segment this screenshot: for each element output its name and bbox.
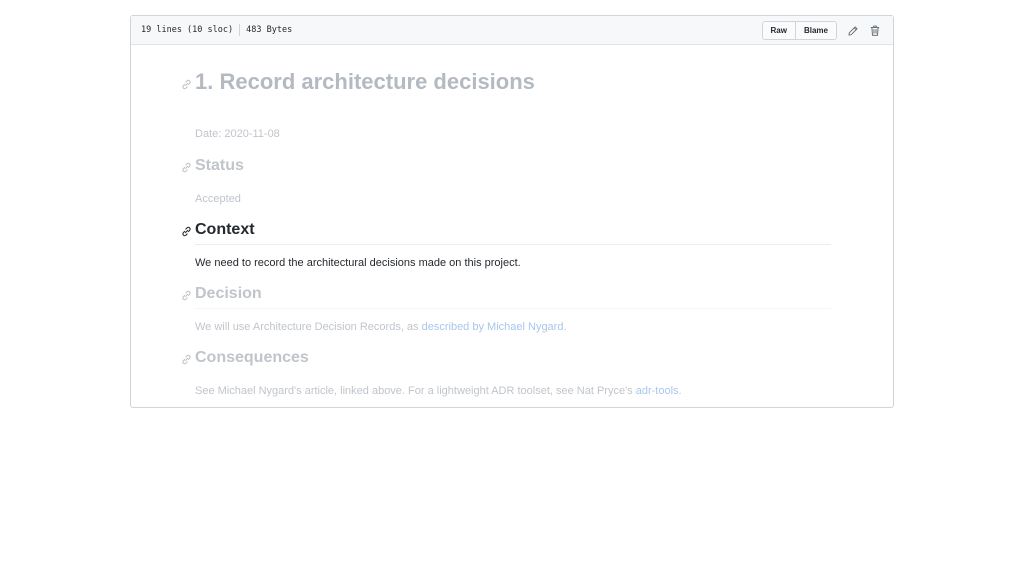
document-title: 1. Record architecture decisions bbox=[195, 69, 535, 94]
link-icon[interactable] bbox=[181, 160, 193, 173]
view-button-group: Raw Blame bbox=[761, 21, 837, 40]
context-heading-block: Context bbox=[182, 221, 831, 239]
link-icon[interactable] bbox=[181, 352, 193, 365]
trash-icon[interactable] bbox=[869, 25, 881, 37]
consequences-text: See Michael Nygard's article, linked abo… bbox=[195, 385, 831, 397]
decision-text-after: . bbox=[563, 321, 567, 333]
document-title-block: 1. Record architecture decisions bbox=[182, 69, 831, 95]
status-heading: Status bbox=[195, 157, 244, 174]
context-heading-rule bbox=[195, 244, 831, 245]
file-info: 19 lines (10 sloc) 483 Bytes bbox=[141, 24, 292, 36]
decision-heading-block: Decision bbox=[182, 285, 831, 303]
context-heading: Context bbox=[195, 221, 255, 238]
link-icon[interactable] bbox=[181, 288, 193, 301]
decision-heading-rule bbox=[195, 308, 831, 309]
file-header: 19 lines (10 sloc) 483 Bytes Raw Blame bbox=[131, 16, 893, 45]
status-text: Accepted bbox=[195, 193, 241, 205]
context-text: We need to record the architectural deci… bbox=[195, 257, 521, 269]
nygard-link[interactable]: described by Michael Nygard bbox=[422, 321, 564, 333]
file-info-divider bbox=[239, 24, 241, 36]
decision-heading: Decision bbox=[195, 285, 262, 302]
line-count: 19 lines (10 sloc) bbox=[141, 25, 234, 35]
decision-text: We will use Architecture Decision Record… bbox=[195, 321, 831, 333]
file-viewer: 19 lines (10 sloc) 483 Bytes Raw Blame 1… bbox=[130, 15, 894, 408]
consequences-text-after: . bbox=[678, 385, 682, 397]
consequences-text-before: See Michael Nygard's article, linked abo… bbox=[195, 385, 636, 397]
raw-button[interactable]: Raw bbox=[762, 22, 795, 39]
link-icon[interactable] bbox=[181, 224, 193, 237]
decision-text-before: We will use Architecture Decision Record… bbox=[195, 321, 422, 333]
adr-tools-link[interactable]: adr-tools bbox=[636, 385, 679, 397]
blame-button[interactable]: Blame bbox=[794, 22, 836, 39]
document-date: Date: 2020-11-08 bbox=[195, 128, 280, 140]
status-heading-block: Status bbox=[182, 157, 831, 175]
file-size: 483 Bytes bbox=[246, 25, 293, 35]
consequences-heading-block: Consequences bbox=[182, 349, 831, 367]
consequences-heading: Consequences bbox=[195, 349, 309, 366]
link-icon[interactable] bbox=[181, 77, 193, 90]
file-actions: Raw Blame bbox=[761, 21, 881, 40]
pencil-icon[interactable] bbox=[847, 25, 859, 37]
